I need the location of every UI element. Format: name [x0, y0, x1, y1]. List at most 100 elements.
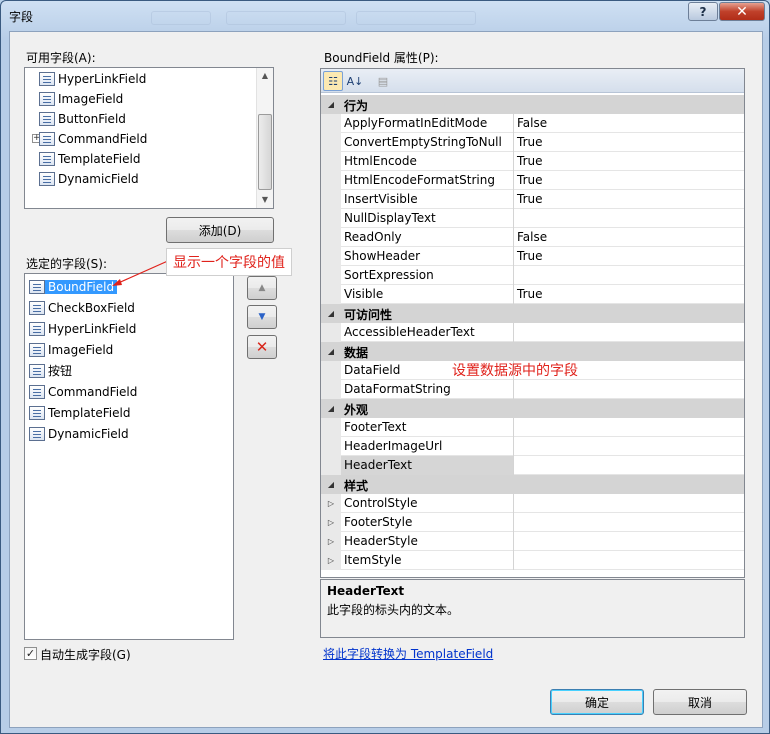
property-value[interactable]: False	[513, 114, 744, 133]
property-row[interactable]: ApplyFormatInEditMode False	[321, 114, 744, 133]
property-row[interactable]: AccessibleHeaderText	[321, 323, 744, 342]
property-value[interactable]: True	[513, 171, 744, 190]
property-value[interactable]: True	[513, 190, 744, 209]
property-name: SortExpression	[344, 268, 434, 282]
property-value[interactable]: True	[513, 247, 744, 266]
property-value[interactable]	[513, 418, 744, 437]
property-row[interactable]: ShowHeader True	[321, 247, 744, 266]
property-pages-icon[interactable]: ▤	[373, 71, 393, 91]
image-field-icon	[39, 91, 55, 106]
category-label: 外观	[344, 403, 369, 417]
list-item[interactable]: TemplateField	[29, 403, 130, 422]
tree-item[interactable]: HyperLinkField	[39, 69, 146, 88]
property-row[interactable]: NullDisplayText	[321, 209, 744, 228]
property-value[interactable]: True	[513, 285, 744, 304]
property-value[interactable]	[513, 209, 744, 228]
title-bar[interactable]: 字段 ? ✕	[1, 1, 769, 31]
move-up-button[interactable]: ▲	[247, 276, 277, 300]
expand-icon[interactable]: ▷	[321, 494, 341, 513]
property-grid[interactable]: ☷ A↓ ▤ ◢ 行为 ApplyFormatInEditMode False Conv…	[320, 68, 745, 578]
background-window-ghost	[151, 11, 211, 25]
collapse-icon[interactable]: ◢	[321, 95, 341, 114]
property-row[interactable]: HeaderImageUrl	[321, 437, 744, 456]
auto-generate-checkbox[interactable]: ✓	[24, 647, 37, 660]
row-gutter	[321, 418, 341, 437]
property-value[interactable]	[513, 513, 744, 532]
collapse-icon[interactable]: ◢	[321, 342, 341, 361]
property-value[interactable]	[513, 456, 744, 475]
template-field-icon	[29, 405, 45, 420]
categorized-icon[interactable]: ☷	[323, 71, 343, 91]
auto-generate-label: 自动生成字段(G)	[40, 648, 131, 662]
list-item[interactable]: DynamicField	[29, 424, 129, 443]
property-category[interactable]: ◢ 样式	[321, 475, 744, 494]
list-item[interactable]: ImageField	[29, 340, 113, 359]
help-button[interactable]: ?	[688, 2, 718, 21]
close-button[interactable]: ✕	[719, 2, 765, 21]
property-row[interactable]: HtmlEncode True	[321, 152, 744, 171]
vertical-scrollbar[interactable]: ▲ ▼	[256, 68, 273, 208]
tree-item[interactable]: TemplateField	[39, 149, 140, 168]
property-row[interactable]: ReadOnly False	[321, 228, 744, 247]
property-row[interactable]: InsertVisible True	[321, 190, 744, 209]
scroll-down-icon[interactable]: ▼	[257, 192, 273, 208]
property-row[interactable]: ▷ FooterStyle	[321, 513, 744, 532]
row-gutter	[321, 152, 341, 171]
add-button[interactable]: 添加(D)	[166, 217, 274, 243]
property-value[interactable]	[513, 323, 744, 342]
property-value[interactable]	[513, 494, 744, 513]
property-value[interactable]	[513, 437, 744, 456]
tree-item[interactable]: ButtonField	[39, 109, 126, 128]
available-fields-tree[interactable]: HyperLinkField ImageField ButtonField + …	[24, 67, 274, 209]
property-row[interactable]: Visible True	[321, 285, 744, 304]
cancel-button[interactable]: 取消	[653, 689, 747, 715]
tree-item[interactable]: ImageField	[39, 89, 123, 108]
property-name: AccessibleHeaderText	[344, 325, 475, 339]
list-item[interactable]: CommandField	[29, 382, 137, 401]
ok-button[interactable]: 确定	[550, 689, 644, 715]
collapse-icon[interactable]: ◢	[321, 475, 341, 494]
property-category[interactable]: ◢ 行为	[321, 95, 744, 114]
expand-icon[interactable]: ▷	[321, 551, 341, 570]
property-row[interactable]: HtmlEncodeFormatString True	[321, 171, 744, 190]
help-icon: ?	[699, 4, 707, 19]
property-row[interactable]: ▷ ItemStyle	[321, 551, 744, 570]
convert-to-template-link[interactable]: 将此字段转换为 TemplateField	[323, 645, 493, 662]
property-category[interactable]: ◢ 外观	[321, 399, 744, 418]
command-field-icon	[39, 131, 55, 146]
property-value[interactable]	[513, 266, 744, 285]
delete-button[interactable]: ✕	[247, 335, 277, 359]
property-value[interactable]	[513, 551, 744, 570]
list-item[interactable]: CheckBoxField	[29, 298, 135, 317]
property-value[interactable]	[513, 380, 744, 399]
property-name: FooterText	[344, 420, 407, 434]
alphabetical-icon[interactable]: A↓	[345, 71, 365, 91]
expand-icon[interactable]: ▷	[321, 532, 341, 551]
property-value[interactable]: True	[513, 152, 744, 171]
property-row[interactable]: FooterText	[321, 418, 744, 437]
property-row[interactable]: ▷ HeaderStyle	[321, 532, 744, 551]
property-row[interactable]: SortExpression	[321, 266, 744, 285]
list-item[interactable]: 按钮	[29, 361, 72, 380]
expand-icon[interactable]: ▷	[321, 513, 341, 532]
collapse-icon[interactable]: ◢	[321, 399, 341, 418]
property-row[interactable]: HeaderText	[321, 456, 744, 475]
property-value[interactable]: False	[513, 228, 744, 247]
property-row[interactable]: DataFormatString	[321, 380, 744, 399]
selected-fields-list[interactable]: BoundField CheckBoxField HyperLinkField …	[24, 273, 234, 640]
move-down-button[interactable]: ▼	[247, 305, 277, 329]
property-category[interactable]: ◢ 可访问性	[321, 304, 744, 323]
property-value[interactable]: True	[513, 133, 744, 152]
scroll-thumb[interactable]	[258, 114, 272, 190]
row-gutter	[321, 209, 341, 228]
tree-item[interactable]: CommandField	[39, 129, 147, 148]
collapse-icon[interactable]: ◢	[321, 304, 341, 323]
property-category[interactable]: ◢ 数据	[321, 342, 744, 361]
tree-item[interactable]: DynamicField	[39, 169, 139, 188]
list-item[interactable]: HyperLinkField	[29, 319, 136, 338]
property-row[interactable]: ConvertEmptyStringToNull True	[321, 133, 744, 152]
scroll-up-icon[interactable]: ▲	[257, 68, 273, 84]
list-item[interactable]: BoundField	[29, 277, 118, 296]
property-value[interactable]	[513, 532, 744, 551]
property-row[interactable]: ▷ ControlStyle	[321, 494, 744, 513]
